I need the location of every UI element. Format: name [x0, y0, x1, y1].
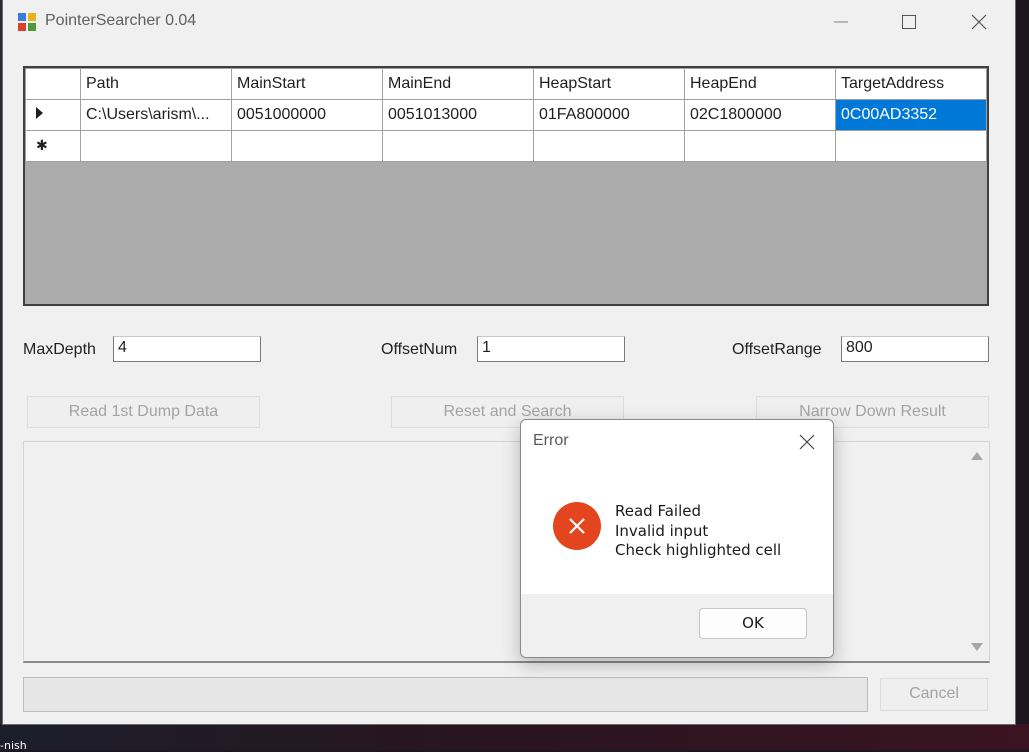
column-header-mainend[interactable]: MainEnd: [382, 68, 534, 100]
dialog-body: Read Failed Invalid input Check highligh…: [521, 466, 833, 594]
column-header-heapend[interactable]: HeapEnd: [684, 68, 836, 100]
results-textbox[interactable]: [23, 441, 990, 663]
cell-mainend[interactable]: 0051013000: [382, 99, 534, 131]
error-message-line-2: Invalid input: [615, 522, 709, 540]
error-message-line-3: Check highlighted cell: [615, 541, 782, 559]
cell-mainstart[interactable]: 0051000000: [231, 99, 383, 131]
column-header-targetaddress[interactable]: TargetAddress: [835, 68, 987, 100]
grid-corner-header: [25, 68, 81, 100]
cancel-button[interactable]: Cancel: [880, 678, 988, 711]
new-cell-mainend[interactable]: [382, 130, 534, 162]
new-cell-heapend[interactable]: [684, 130, 836, 162]
offset-num-label: OffsetNum: [381, 341, 458, 358]
dialog-footer: OK: [521, 594, 833, 657]
scroll-down-icon[interactable]: [971, 643, 983, 651]
cell-heapend[interactable]: 02C1800000: [684, 99, 836, 131]
cell-path[interactable]: C:\Users\arism\...: [80, 99, 232, 131]
main-window: PointerSearcher 0.04 Path MainStart Main…: [3, 0, 1015, 724]
max-depth-label: MaxDepth: [23, 341, 96, 358]
close-button[interactable]: [944, 0, 1014, 44]
max-depth-input[interactable]: 4: [113, 336, 261, 362]
error-icon: [553, 502, 601, 550]
column-header-path[interactable]: Path: [80, 68, 232, 100]
offset-range-input[interactable]: 800: [841, 336, 989, 362]
title-bar[interactable]: PointerSearcher 0.04: [3, 0, 1015, 44]
scroll-up-icon[interactable]: [971, 452, 983, 460]
minimize-button[interactable]: [806, 0, 876, 44]
dialog-title: Error: [533, 432, 569, 449]
grid-header-row: Path MainStart MainEnd HeapStart HeapEnd…: [25, 68, 987, 100]
error-dialog: Error Read Failed Invalid input Check hi…: [520, 419, 834, 658]
maximize-icon: [902, 15, 916, 29]
new-cell-mainstart[interactable]: [231, 130, 383, 162]
app-icon: [18, 13, 37, 32]
desktop-background: [0, 724, 1029, 750]
close-icon: [799, 434, 815, 450]
offset-range-label: OffsetRange: [732, 341, 822, 358]
close-icon: [971, 14, 987, 30]
ok-button[interactable]: OK: [699, 608, 807, 639]
maximize-button[interactable]: [874, 0, 944, 44]
column-header-heapstart[interactable]: HeapStart: [533, 68, 685, 100]
cell-targetaddress[interactable]: 0C00AD3352: [835, 99, 987, 131]
cell-heapstart[interactable]: 01FA800000: [533, 99, 685, 131]
current-row-arrow-icon: [36, 107, 43, 119]
data-grid[interactable]: Path MainStart MainEnd HeapStart HeapEnd…: [23, 66, 989, 306]
desktop-label: -nish: [0, 739, 27, 752]
row-header-new[interactable]: ✱: [25, 130, 81, 162]
dialog-close-button[interactable]: [797, 432, 817, 452]
new-cell-path[interactable]: [80, 130, 232, 162]
new-row-icon: ✱: [36, 137, 48, 153]
row-header-current[interactable]: [25, 99, 81, 131]
minimize-icon: [834, 21, 848, 23]
window-title: PointerSearcher 0.04: [45, 12, 197, 29]
column-header-mainstart[interactable]: MainStart: [231, 68, 383, 100]
new-cell-heapstart[interactable]: [533, 130, 685, 162]
offset-num-input[interactable]: 1: [477, 336, 625, 362]
progress-bar: [23, 677, 868, 712]
read-dump-button[interactable]: Read 1st Dump Data: [27, 396, 260, 428]
table-row[interactable]: C:\Users\arism\... 0051000000 0051013000…: [25, 99, 987, 131]
new-cell-targetaddress[interactable]: [835, 130, 987, 162]
error-message-line-1: Read Failed: [615, 502, 701, 520]
new-row[interactable]: ✱: [25, 130, 987, 162]
